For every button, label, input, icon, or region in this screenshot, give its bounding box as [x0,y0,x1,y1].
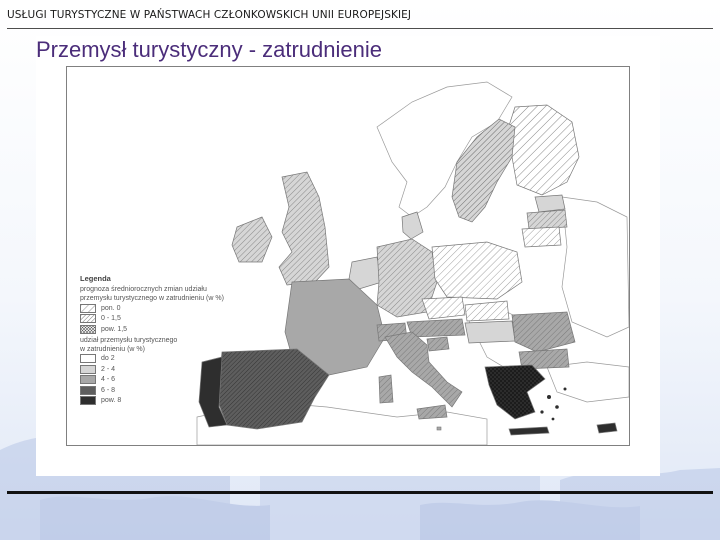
legend-share-label: 4 - 6 [101,376,116,384]
hungary [464,320,516,344]
legend-share-label: pow. 8 [101,397,122,405]
lithuania [521,226,562,248]
austria [406,318,466,338]
legend-share-swatch [80,364,96,374]
legend-share-row: do 2 [80,354,270,365]
legend-share-row: pow. 8 [80,396,270,407]
bottom-divider [7,491,713,494]
cyprus [596,422,618,434]
finland [506,104,580,196]
legend-share-heading-line2: w zatrudnieniu (w %) [80,345,145,353]
czech-republic [421,296,466,320]
legend-share-swatch [80,396,96,406]
greek-island [555,405,559,409]
sardinia [378,374,394,404]
legend-share-heading: udział przemysłu turystycznego w zatrudn… [80,336,270,354]
slovakia [464,300,510,322]
united-kingdom [278,171,330,286]
poland [431,241,523,300]
legend-share-row: 2 - 4 [80,364,270,375]
eastern-europe-outline [561,196,629,338]
sicily [416,404,448,420]
greek-island [551,417,555,421]
header-title: USŁUGI TURYSTYCZNE W PAŃSTWACH CZŁONKOWS… [7,9,412,21]
legend-growth-heading-line1: prognoza średniorocznych zmian udziału [80,286,207,293]
header-divider [7,28,713,29]
legend-share-swatch [80,354,96,364]
legend-growth-label: pow. 1,5 [101,325,128,333]
legend-swatch-hatch-sparse [80,303,96,313]
ireland [231,216,273,263]
turkey-outline [546,361,629,403]
legend-share-label: 6 - 8 [101,386,116,394]
italy [384,331,463,408]
greek-island [540,410,544,414]
greek-island [547,395,551,399]
legend-share-label: 2 - 4 [101,365,116,373]
legend-share-swatch [80,375,96,385]
legend-growth-row: pow. 1,5 [80,324,270,335]
legend-swatch-hatch-cross [80,324,96,334]
legend-share-swatch [80,385,96,395]
legend-share-heading-line1: udział przemysłu turystycznego [80,336,178,344]
legend-growth-heading-line2: przemysłu turystycznego w zatrudnieniu (… [80,295,224,302]
legend-growth-heading: prognoza średniorocznych zmian udziału p… [80,285,270,303]
denmark [401,211,424,240]
latvia [526,209,568,230]
greek-island [563,387,567,391]
legend-growth-label: pon. 0 [101,304,121,312]
legend-growth-row: pon. 0 [80,303,270,314]
legend-swatch-hatch-medium [80,314,96,324]
legend-title: Legenda [80,274,111,283]
legend-share-row: 6 - 8 [80,385,270,396]
map-legend: Legenda prognoza średniorocznych zmian u… [80,274,270,406]
slide-title: Przemysł turystyczny - zatrudnienie [36,37,382,62]
legend-share-label: do 2 [101,355,115,363]
legend-share-row: 4 - 6 [80,375,270,386]
estonia [534,194,566,213]
crete [508,426,550,436]
legend-growth-row: 0 - 1,5 [80,314,270,325]
slovenia [426,336,450,352]
greece [484,364,546,420]
malta [436,426,442,431]
legend-growth-label: 0 - 1,5 [101,315,121,323]
